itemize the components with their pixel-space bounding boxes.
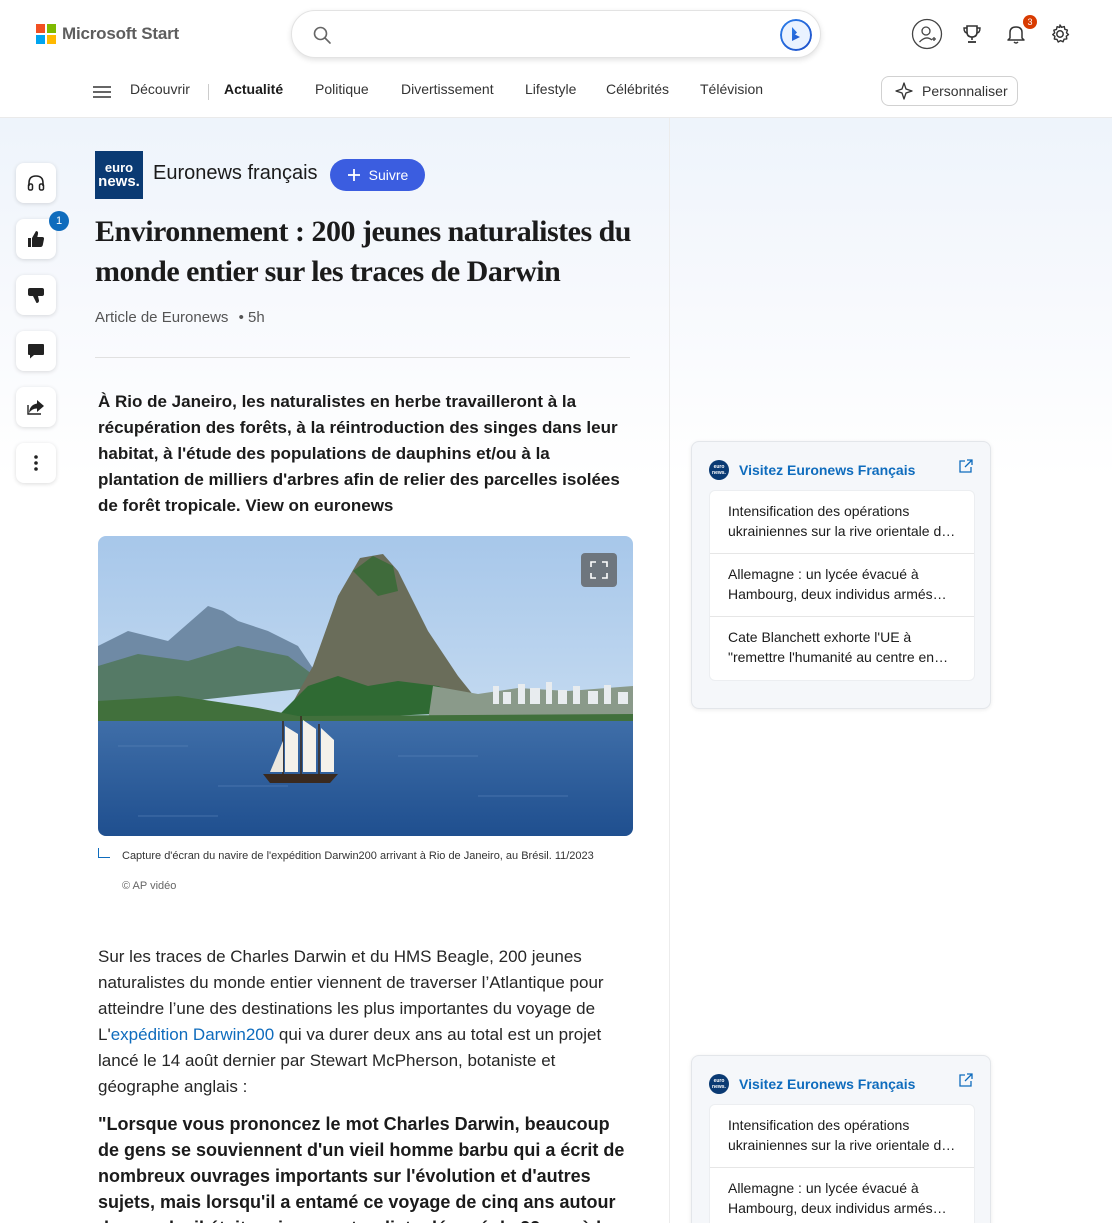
expand-image-button[interactable] xyxy=(581,553,617,587)
nav-item-decouvrir[interactable]: Découvrir xyxy=(130,81,190,97)
card-article-list: Intensification des opérations ukrainien… xyxy=(709,490,975,681)
fullscreen-icon xyxy=(590,561,608,579)
rio-sugarloaf-photo xyxy=(98,536,633,836)
publisher-logo[interactable]: euro news. xyxy=(95,151,143,199)
card-header[interactable]: euro news. Visitez Euronews Français xyxy=(709,460,915,480)
share-icon xyxy=(27,400,44,415)
comment-button[interactable] xyxy=(16,331,56,371)
thumbs-down-icon xyxy=(28,288,44,303)
card-article-item[interactable]: Cate Blanchett exhorte l'UE à "remettre … xyxy=(710,617,974,680)
logo-text: Microsoft Start xyxy=(62,24,179,43)
byline-source: Article de Euronews xyxy=(95,309,229,326)
search-box[interactable] xyxy=(291,10,821,58)
image-caption: Capture d'écran du navire de l'expéditio… xyxy=(122,850,594,862)
sparkle-star-icon xyxy=(895,82,913,100)
follow-label: Suivre xyxy=(368,167,409,183)
card-article-item[interactable]: Allemagne : un lycée évacué à Hambourg, … xyxy=(710,1168,974,1223)
share-button[interactable] xyxy=(16,387,56,427)
plus-icon xyxy=(347,169,360,181)
like-count-badge: 1 xyxy=(49,211,69,231)
card-article-item[interactable]: Intensification des opérations ukrainien… xyxy=(710,491,974,554)
card-article-item[interactable]: Allemagne : un lycée évacué à Hambourg, … xyxy=(710,554,974,617)
article-lead: À Rio de Janeiro, les naturalistes en he… xyxy=(98,392,620,515)
euronews-logo-icon: euro news. xyxy=(709,460,729,480)
category-nav: Découvrir Actualité Politique Divertisse… xyxy=(0,68,1112,118)
external-link-icon[interactable] xyxy=(958,1072,974,1088)
publisher-logo-line2: news. xyxy=(98,173,140,190)
rewards-trophy-icon[interactable] xyxy=(955,17,989,51)
nav-separator xyxy=(208,84,209,100)
listen-button[interactable] xyxy=(16,163,56,203)
search-icon[interactable] xyxy=(312,25,332,45)
nav-item-lifestyle[interactable]: Lifestyle xyxy=(525,81,576,97)
microsoft-start-logo[interactable]: Microsoft Start xyxy=(36,24,179,44)
nav-item-politique[interactable]: Politique xyxy=(315,81,369,97)
external-link-icon[interactable] xyxy=(958,458,974,474)
nav-item-divertissement[interactable]: Divertissement xyxy=(401,81,494,97)
article-age: • 5h xyxy=(238,309,265,326)
account-icon[interactable] xyxy=(910,17,944,51)
nav-item-celebrites[interactable]: Célébrités xyxy=(606,81,669,97)
personalize-button[interactable]: Personnaliser xyxy=(881,76,1018,106)
settings-gear-icon[interactable] xyxy=(1043,17,1077,51)
menu-icon[interactable] xyxy=(92,84,112,100)
headphones-icon xyxy=(27,175,45,191)
nav-item-actualite[interactable]: Actualité xyxy=(224,81,283,97)
card-article-item[interactable]: Intensification des opérations ukrainien… xyxy=(710,1105,974,1168)
card-article-title[interactable]: Allemagne : un lycée évacué à Hambourg, … xyxy=(728,562,956,604)
search-input[interactable] xyxy=(342,21,762,49)
nav-item-television[interactable]: Télévision xyxy=(700,81,763,97)
euronews-logo-icon: euro news. xyxy=(709,1074,729,1094)
card-title[interactable]: Visitez Euronews Français xyxy=(739,1076,915,1092)
card-article-title[interactable]: Allemagne : un lycée évacué à Hambourg, … xyxy=(728,1176,956,1218)
dislike-button[interactable] xyxy=(16,275,56,315)
card-article-list: Intensification des opérations ukrainien… xyxy=(709,1104,975,1223)
card-article-title[interactable]: Intensification des opérations ukrainien… xyxy=(728,1113,956,1155)
article-title: Environnement : 200 jeunes naturalistes … xyxy=(95,215,632,288)
card-title[interactable]: Visitez Euronews Français xyxy=(739,462,915,478)
notifications-badge: 3 xyxy=(1023,15,1037,29)
column-divider xyxy=(669,118,670,1223)
article-image[interactable] xyxy=(98,536,633,836)
bing-chat-icon[interactable] xyxy=(780,19,812,51)
article-byline: Article de Euronews • 5h xyxy=(95,309,265,326)
title-divider xyxy=(95,357,630,358)
publisher-card-1: euro news. Visitez Euronews Français Inte… xyxy=(691,441,991,709)
personalize-label: Personnaliser xyxy=(922,83,1008,99)
article-quote: "Lorsque vous prononcez le mot Charles D… xyxy=(98,1114,625,1223)
article-paragraph-1: Sur les traces de Charles Darwin et du H… xyxy=(98,944,623,1100)
follow-button[interactable]: Suivre xyxy=(330,159,425,191)
notifications-bell-icon[interactable]: 3 xyxy=(999,15,1037,51)
publisher-card-2: euro news. Visitez Euronews Français Inte… xyxy=(691,1055,991,1223)
thumbs-up-icon xyxy=(28,231,45,247)
publisher-name[interactable]: Euronews français xyxy=(153,162,318,185)
top-bar: Microsoft Start 3 xyxy=(0,0,1112,68)
darwin200-link[interactable]: expédition Darwin200 xyxy=(111,1025,275,1044)
caption-marker xyxy=(98,848,110,858)
card-article-title[interactable]: Cate Blanchett exhorte l'UE à "remettre … xyxy=(728,625,956,667)
card-article-title[interactable]: Intensification des opérations ukrainien… xyxy=(728,499,956,541)
microsoft-logo-icon xyxy=(36,24,56,44)
card-header[interactable]: euro news. Visitez Euronews Français xyxy=(709,1074,915,1094)
more-options-button[interactable] xyxy=(16,443,56,483)
more-vertical-icon xyxy=(34,455,38,471)
image-credit: © AP vidéo xyxy=(122,880,177,892)
comment-icon xyxy=(28,344,44,359)
